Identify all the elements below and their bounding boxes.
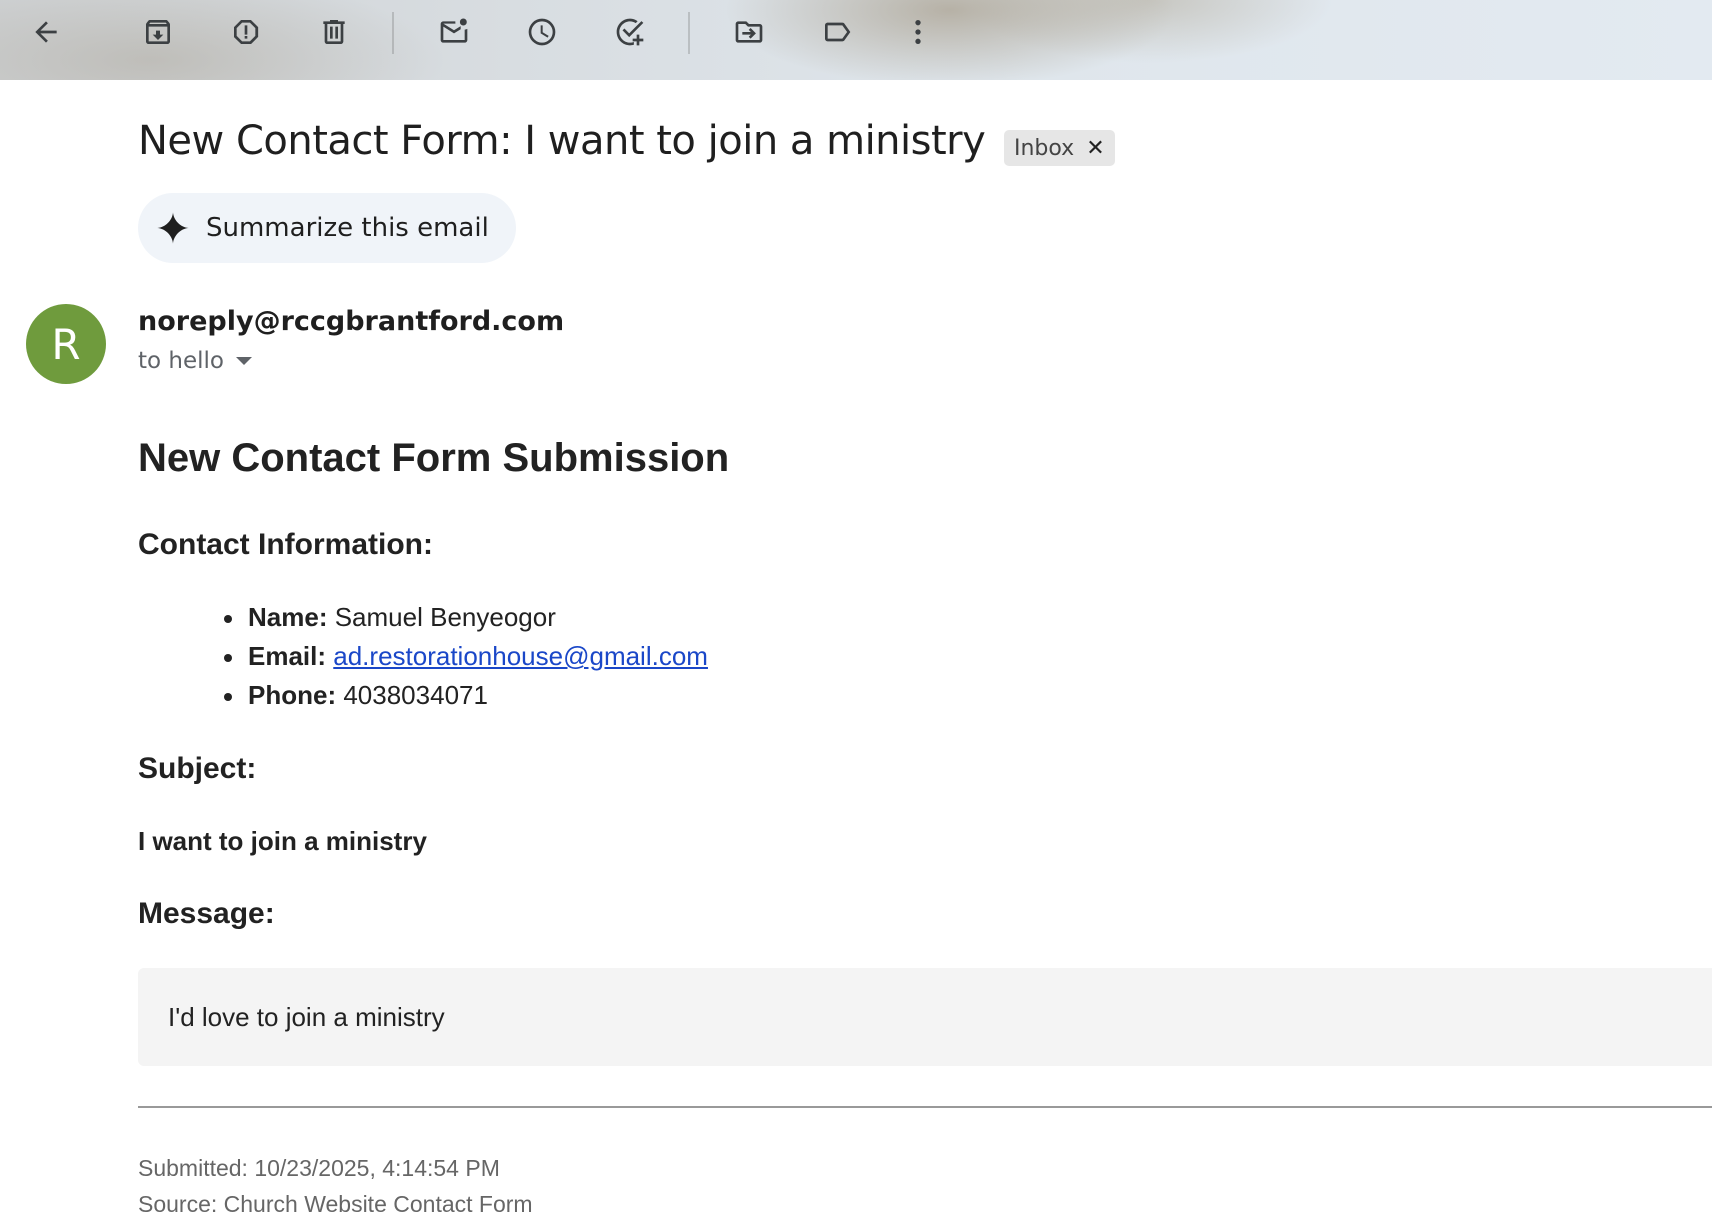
summarize-button[interactable]: Summarize this email — [138, 193, 516, 263]
clock-icon — [528, 18, 556, 46]
sparkle-icon — [157, 212, 189, 244]
add-task-icon — [616, 18, 644, 46]
submitted-timestamp: Submitted: 10/23/2025, 4:14:54 PM — [138, 1155, 500, 1181]
move-to-button[interactable] — [719, 8, 779, 56]
sender-address[interactable]: noreply@rccgbrantford.com — [138, 306, 564, 337]
delete-button[interactable] — [304, 8, 364, 56]
archive-icon — [146, 20, 170, 44]
summarize-label: Summarize this email — [206, 213, 489, 243]
more-options-button[interactable] — [888, 8, 948, 56]
toolbar-divider — [392, 12, 394, 54]
message-text: I'd love to join a ministry — [168, 1002, 445, 1032]
email-label: Email: — [248, 641, 327, 671]
contact-heading: Contact Information: — [138, 528, 433, 561]
toolbar — [0, 0, 1712, 80]
labels-button[interactable] — [807, 8, 867, 56]
mark-unread-button[interactable] — [424, 8, 484, 56]
inbox-label-chip[interactable]: Inbox ✕ — [1004, 130, 1115, 166]
email-link[interactable]: ad.restorationhouse@gmail.com — [333, 641, 708, 671]
contact-list: Name: Samuel Benyeogor Email: ad.restora… — [222, 598, 708, 715]
remove-label-icon[interactable]: ✕ — [1086, 136, 1104, 161]
phone-label: Phone: — [248, 680, 337, 710]
email-subject: New Contact Form: I want to join a minis… — [138, 118, 986, 164]
avatar[interactable]: R — [26, 304, 106, 384]
subject-value: I want to join a ministry — [138, 826, 427, 856]
divider — [138, 1106, 1712, 1108]
snooze-button[interactable] — [512, 8, 572, 56]
caret-down-icon — [235, 357, 252, 365]
label-icon — [825, 22, 851, 42]
list-item: Name: Samuel Benyeogor — [222, 598, 708, 637]
subject-heading: Subject: — [138, 752, 257, 785]
recipients-toggle[interactable]: to hello — [138, 348, 252, 374]
recipients-text: to hello — [138, 348, 224, 374]
source-text: Source: Church Website Contact Form — [138, 1191, 533, 1217]
message-heading: Message: — [138, 897, 275, 930]
name-label: Name: — [248, 602, 328, 632]
report-icon — [234, 20, 259, 44]
phone-value: 4038034071 — [343, 680, 488, 710]
content-heading: New Contact Form Submission — [138, 436, 730, 480]
toolbar-divider — [688, 12, 690, 54]
label-chip-text: Inbox — [1014, 135, 1075, 161]
add-to-tasks-button[interactable] — [600, 8, 660, 56]
name-value: Samuel Benyeogor — [334, 602, 556, 632]
trash-icon — [323, 20, 345, 44]
folder-move-icon — [735, 21, 763, 43]
arrow-left-icon — [35, 21, 57, 43]
message-box: I'd love to join a ministry — [138, 968, 1712, 1066]
report-spam-button[interactable] — [216, 8, 276, 56]
more-vert-icon — [915, 20, 921, 44]
mail-unread-icon — [440, 18, 468, 43]
back-button[interactable] — [16, 8, 76, 56]
list-item: Phone: 4038034071 — [222, 676, 708, 715]
list-item: Email: ad.restorationhouse@gmail.com — [222, 637, 708, 676]
archive-button[interactable] — [128, 8, 188, 56]
